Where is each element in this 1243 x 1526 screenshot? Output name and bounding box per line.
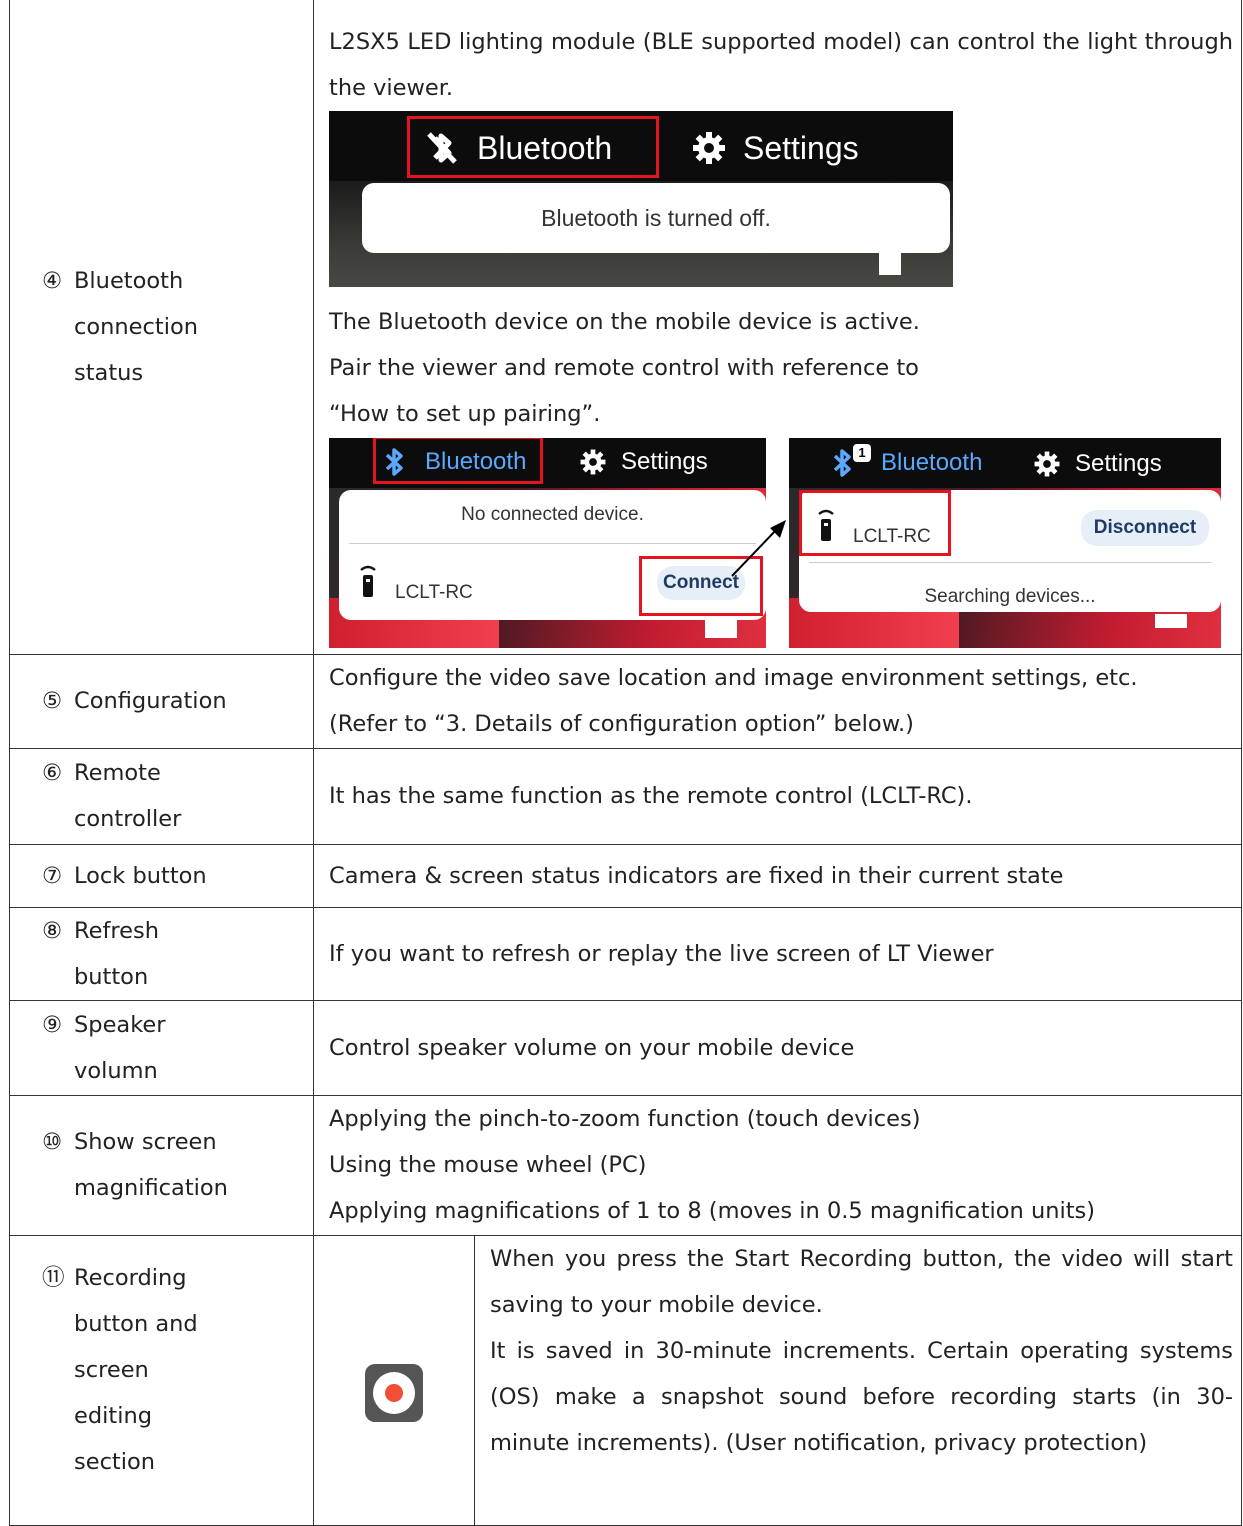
description-text: When you press the Start Recording butto… <box>490 1245 1233 1318</box>
row-label: ⑤ Configuration <box>9 653 314 749</box>
label-line: section <box>74 1448 156 1475</box>
record-icon <box>373 1371 415 1414</box>
row-label: ⑥ Remote controller <box>9 747 314 845</box>
description-text: L2SX5 LED lighting module (BLE supported… <box>329 29 1233 101</box>
label-line: status <box>74 359 144 386</box>
row-icon-cell <box>313 1234 475 1526</box>
label-line: Show screen <box>74 1129 217 1155</box>
table-row-remote-controller: ⑥ Remote controller It has the same funct… <box>9 747 1242 845</box>
bluetooth-tab-label[interactable]: Bluetooth <box>881 440 982 486</box>
label-line: Remote <box>74 760 161 786</box>
screenshot-bluetooth-off: Bluetooth Settings Bluetooth is turned o… <box>329 111 953 287</box>
screenshot-device-connected: 1 Bluetooth Settings LCLT-RC Disconnect … <box>789 438 1221 648</box>
settings-tab-label[interactable]: Settings <box>1075 441 1162 487</box>
gear-icon <box>1033 450 1061 478</box>
table-row-bluetooth: ④ Bluetooth connection status L2SX5 LED … <box>9 0 1242 655</box>
label-line: button and <box>74 1310 198 1337</box>
bluetooth-tab-label[interactable]: Bluetooth <box>425 439 526 485</box>
description-text: If you want to refresh or replay the liv… <box>329 940 994 967</box>
disconnect-button[interactable]: Disconnect <box>1081 510 1209 546</box>
description-text: It has the same function as the remote c… <box>329 783 973 809</box>
row-description: L2SX5 LED lighting module (BLE supported… <box>313 0 1242 655</box>
description-text: Pair the viewer and remote control with … <box>329 355 919 381</box>
bluetooth-status-panel: Bluetooth is turned off. <box>362 183 950 253</box>
table-row-lock-button: ⑦ Lock button Camera & screen status ind… <box>9 843 1242 908</box>
row-description: Camera & screen status indicators are fi… <box>313 843 1242 908</box>
screenshot-no-connected-device: Bluetooth Settings No connected device. <box>329 438 766 648</box>
description-text: “How to set up pairing”. <box>329 401 601 427</box>
label-line: connection <box>74 313 198 340</box>
row-description: When you press the Start Recording butto… <box>474 1234 1242 1526</box>
row-description: Applying the pinch-to-zoom function (tou… <box>313 1094 1242 1236</box>
remote-control-icon <box>359 564 377 598</box>
row-number: ④ <box>42 267 63 294</box>
description-text: (Refer to “3. Details of configuration o… <box>329 711 914 737</box>
row-label: ⑪ Recording button and screen editing se… <box>9 1234 314 1526</box>
label-line: screen <box>74 1356 149 1383</box>
label-line: controller <box>74 806 182 832</box>
bluetooth-disabled-icon <box>421 128 461 168</box>
description-text: It is saved in 30-minute increments. Cer… <box>490 1337 1233 1456</box>
row-label: ⑧ Refresh button <box>9 906 314 1001</box>
row-label: ⑦ Lock button <box>9 843 314 908</box>
bluetooth-tab-label[interactable]: Bluetooth <box>477 125 612 171</box>
row-number: ⑪ <box>42 1264 65 1291</box>
settings-tab-label[interactable]: Settings <box>743 125 859 171</box>
row-description: If you want to refresh or replay the liv… <box>313 906 1242 1001</box>
settings-tab-label[interactable]: Settings <box>621 439 708 485</box>
description-text: Control speaker volume on your mobile de… <box>329 1034 855 1061</box>
label-line: volumn <box>74 1057 158 1084</box>
bluetooth-icon <box>381 446 409 478</box>
highlight-box <box>799 490 951 556</box>
table-row-refresh-button: ⑧ Refresh button If you want to refresh o… <box>9 906 1242 1001</box>
row-description: Configure the video save location and im… <box>313 653 1242 749</box>
table-row-recording: ⑪ Recording button and screen editing se… <box>9 1234 1242 1526</box>
description-text: Using the mouse wheel (PC) <box>329 1152 647 1178</box>
record-button[interactable] <box>365 1363 423 1422</box>
table-row-screen-magnification: ⑩ Show screen magnification Applying the … <box>9 1094 1242 1236</box>
row-number: ⑨ <box>42 1011 63 1038</box>
description-text: Configure the video save location and im… <box>329 665 1138 691</box>
connected-count-badge: 1 <box>853 444 871 462</box>
no-device-message: No connected device. <box>461 504 644 525</box>
arrow-icon <box>731 520 786 577</box>
table-row-speaker-volume: ⑨ Speaker volumn Control speaker volume o… <box>9 999 1242 1096</box>
label-line: magnification <box>74 1175 228 1201</box>
row-number: ⑥ <box>42 760 63 786</box>
row-number: ⑦ <box>42 862 63 889</box>
row-label: ⑨ Speaker volumn <box>9 999 314 1096</box>
table-row-configuration: ⑤ Configuration Configure the video save… <box>9 653 1242 749</box>
label-line: Bluetooth <box>74 267 184 294</box>
gear-icon <box>691 130 727 166</box>
description-text: Camera & screen status indicators are fi… <box>329 862 1064 889</box>
row-description: It has the same function as the remote c… <box>313 747 1242 845</box>
row-number: ⑧ <box>42 917 63 944</box>
row-number: ⑩ <box>42 1129 63 1155</box>
description-text: Applying magnifications of 1 to 8 (moves… <box>329 1198 1096 1224</box>
label-line: Configuration <box>74 688 227 714</box>
spec-table: ④ Bluetooth connection status L2SX5 LED … <box>9 0 1242 1526</box>
label-line: Recording <box>74 1264 187 1291</box>
bluetooth-status-message: Bluetooth is turned off. <box>541 205 771 231</box>
label-line: Speaker <box>74 1011 166 1038</box>
row-label: ⑩ Show screen magnification <box>9 1094 314 1236</box>
description-text: Applying the pinch-to-zoom function (tou… <box>329 1106 921 1132</box>
device-name: LCLT-RC <box>395 582 473 603</box>
label-line: button <box>74 963 149 990</box>
row-description: Control speaker volume on your mobile de… <box>313 999 1242 1096</box>
label-line: Lock button <box>74 862 207 889</box>
gear-icon <box>579 448 607 476</box>
description-text: The Bluetooth device on the mobile devic… <box>329 309 920 335</box>
row-label: ④ Bluetooth connection status <box>9 0 314 655</box>
label-line: editing <box>74 1402 152 1429</box>
row-number: ⑤ <box>42 688 63 714</box>
label-line: Refresh <box>74 917 159 944</box>
